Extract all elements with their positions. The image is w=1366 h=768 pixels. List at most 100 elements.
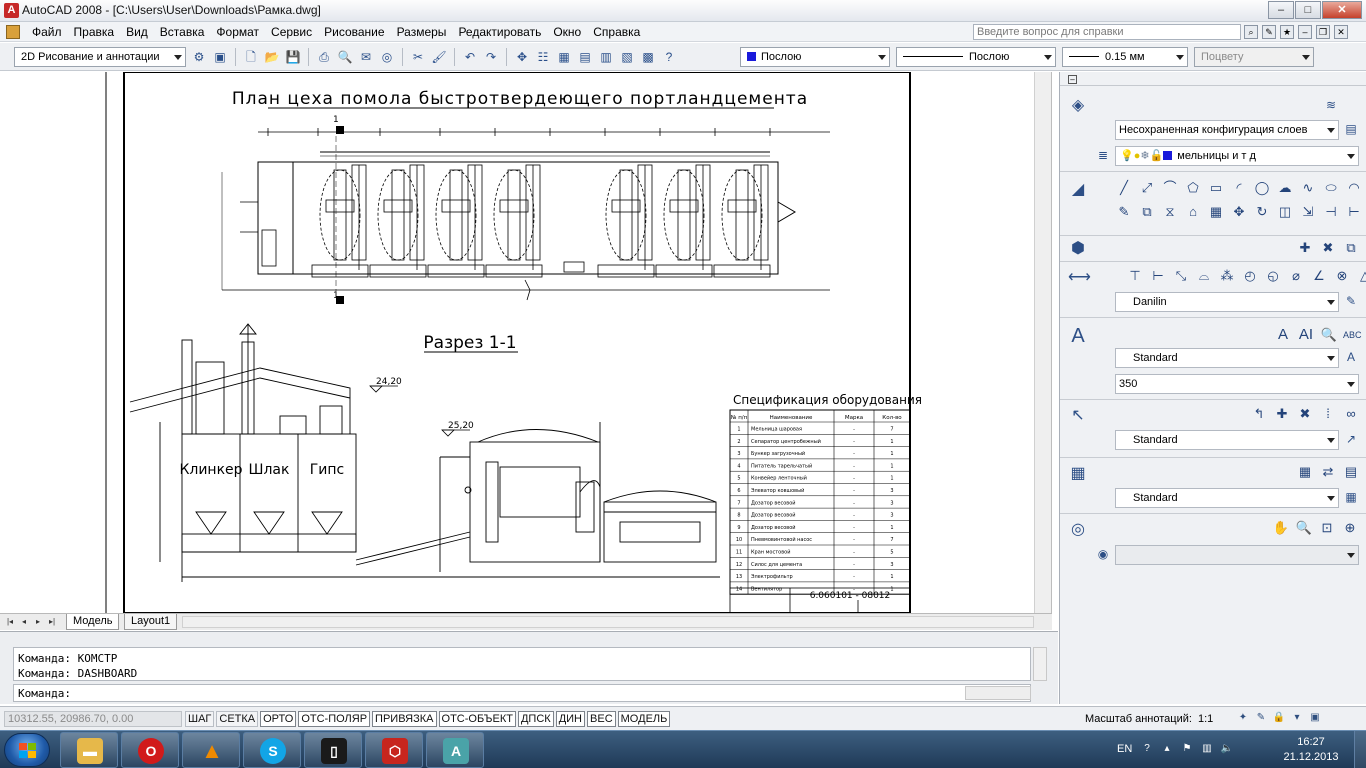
plot-icon[interactable]: ⎙ [315,48,333,66]
markup-icon[interactable]: ▧ [618,48,636,66]
menu-draw[interactable]: Рисование [318,24,390,40]
text-panel-icon[interactable]: A [1068,326,1088,346]
plotstyle-dropdown[interactable]: Поцвету [1194,47,1314,67]
cut-icon[interactable]: ✂ [409,48,427,66]
ellipse-arc-icon[interactable]: ◠ [1345,179,1363,197]
zoom-extents-icon[interactable]: ⊕ [1341,519,1359,537]
communication-icon[interactable]: ✎ [1262,25,1276,39]
layer-manager-icon[interactable]: ▤ [1342,120,1360,138]
menu-format[interactable]: Формат [210,24,265,40]
table-style-manager-icon[interactable]: ▦ [1342,488,1360,506]
layer-previous-icon[interactable]: ≣ [1094,146,1112,164]
toggle-ducs[interactable]: ДПСК [517,711,554,727]
circle-icon[interactable]: ◯ [1253,179,1271,197]
drawing-area[interactable]: План цеха помола быстротвердеющего портл… [0,72,1052,613]
start-button[interactable] [4,733,50,767]
toggle-grid[interactable]: СЕТКА [216,711,259,727]
table-panel-icon[interactable]: ▦ [1068,464,1088,484]
polygon-icon[interactable]: ⬠ [1184,179,1202,197]
drawing-canvas[interactable]: План цеха помола быстротвердеющего портл… [0,72,1034,613]
phone-app-taskbar-button[interactable]: ▯ [304,732,362,768]
view-manager-icon[interactable]: ◉ [1094,545,1112,563]
open-file-icon[interactable]: 📂 [263,48,281,66]
ellipse-icon[interactable]: ⬭ [1322,179,1340,197]
maximize-button[interactable]: □ [1295,1,1321,19]
redo-icon[interactable]: ↷ [482,48,500,66]
tab-layout1[interactable]: Layout1 [124,614,178,630]
3d-dwf-icon[interactable]: ◎ [378,48,396,66]
help-tray-icon[interactable]: ? [1140,742,1154,756]
menu-insert[interactable]: Вставка [154,24,211,40]
tab-model[interactable]: Модель [66,614,120,630]
block-panel-icon[interactable]: ⬢ [1068,239,1088,259]
dimension-style-dropdown[interactable]: Danilin [1115,292,1339,312]
single-line-text-icon[interactable]: AI [1297,326,1315,344]
aligned-dimension-icon[interactable]: ⤡ [1172,267,1190,285]
workspace-save-icon[interactable]: ▣ [211,48,229,66]
center-mark-icon[interactable]: ⊗ [1333,267,1351,285]
dimension-style-manager-icon[interactable]: ✎ [1342,292,1360,310]
zoom-window-icon[interactable]: ⊡ [1318,519,1336,537]
status-menu-icon[interactable]: ▾ [1290,711,1304,725]
menu-tools[interactable]: Сервис [265,24,318,40]
rectangle-icon[interactable]: ▭ [1207,179,1225,197]
text-height-dropdown[interactable]: 350 [1115,374,1359,394]
layer-state-icon[interactable]: ≋ [1322,96,1340,114]
toggle-polar[interactable]: ОТС-ПОЛЯР [298,711,371,727]
layers-icon[interactable]: ◈ [1068,96,1088,116]
system-clock[interactable]: 16:27 21.12.2013 [1276,735,1346,765]
close-button[interactable]: ✕ [1322,1,1362,19]
align-leaders-icon[interactable]: ⁞ [1319,405,1337,423]
extend-icon[interactable]: ⊢ [1345,203,1363,221]
search-icon[interactable]: ⌕ [1244,25,1258,39]
action-center-icon[interactable]: ⚑ [1180,742,1194,756]
remove-leader-icon[interactable]: ✖ [1296,405,1314,423]
menu-window[interactable]: Окно [547,24,587,40]
menu-file[interactable]: Файл [26,24,68,40]
linetype-dropdown[interactable]: Послою [896,47,1056,67]
volume-icon[interactable]: 🔈 [1220,742,1234,756]
multileader-style-dropdown[interactable]: Standard [1115,430,1339,450]
pdf-taskbar-button[interactable]: ⬡ [365,732,423,768]
autocad-app-icon[interactable]: A [4,3,19,18]
pencil-icon[interactable]: ✎ [1115,203,1133,221]
array-icon[interactable]: ▦ [1207,203,1225,221]
quick-dimension-icon[interactable]: ⊤ [1126,267,1144,285]
stretch-icon[interactable]: ⇲ [1299,203,1317,221]
last-tab-icon[interactable]: ▸| [46,616,58,628]
doc-minimize-icon[interactable]: – [1298,25,1312,39]
toggle-model[interactable]: МОДЕЛЬ [617,711,671,727]
menu-dimension[interactable]: Размеры [391,24,453,40]
polyline-icon[interactable]: ⌒ [1161,179,1179,197]
pan-realtime-icon[interactable]: ✋ [1272,519,1290,537]
create-block-icon[interactable]: ✖ [1319,239,1337,257]
language-indicator[interactable]: EN [1117,743,1132,755]
document-icon[interactable] [6,25,20,39]
command-history-scrollbar[interactable] [1033,647,1047,681]
layer-state-dropdown[interactable]: Несохраненная конфигурация слоев [1115,120,1339,140]
color-dropdown[interactable]: Послою [740,47,890,67]
extract-data-icon[interactable]: ▤ [1342,463,1360,481]
mirror-icon[interactable]: ⧖ [1161,203,1179,221]
toggle-osnap[interactable]: ПРИВЯЗКА [372,711,437,727]
dimension-panel-icon[interactable]: ⟷ [1068,268,1091,288]
text-style-manager-icon[interactable]: A [1342,348,1360,366]
insert-block-icon[interactable]: ✚ [1296,239,1314,257]
insert-table-icon[interactable]: ▦ [1296,463,1314,481]
first-tab-icon[interactable]: |◂ [4,616,16,628]
arc-length-icon[interactable]: ⌓ [1195,267,1213,285]
command-horizontal-scrollbar[interactable] [965,686,1031,700]
toggle-ortho[interactable]: ОРТО [260,711,297,727]
sheet-set-icon[interactable]: ▥ [597,48,615,66]
trim-icon[interactable]: ⊣ [1322,203,1340,221]
toggle-snap[interactable]: ШАГ [185,711,215,727]
layer-dropdown[interactable]: 💡●❄🔓 мельницы и т д [1115,146,1359,166]
toggle-otrack[interactable]: ОТС-ОБЪЕКТ [438,711,516,727]
menu-view[interactable]: Вид [120,24,154,40]
collect-leaders-icon[interactable]: ∞ [1342,405,1360,423]
angular-dimension-icon[interactable]: ∠ [1310,267,1328,285]
add-leader-icon[interactable]: ✚ [1273,405,1291,423]
offset-icon[interactable]: ⌂ [1184,203,1202,221]
line-icon[interactable]: ╱ [1115,179,1133,197]
menu-help[interactable]: Справка [587,24,646,40]
